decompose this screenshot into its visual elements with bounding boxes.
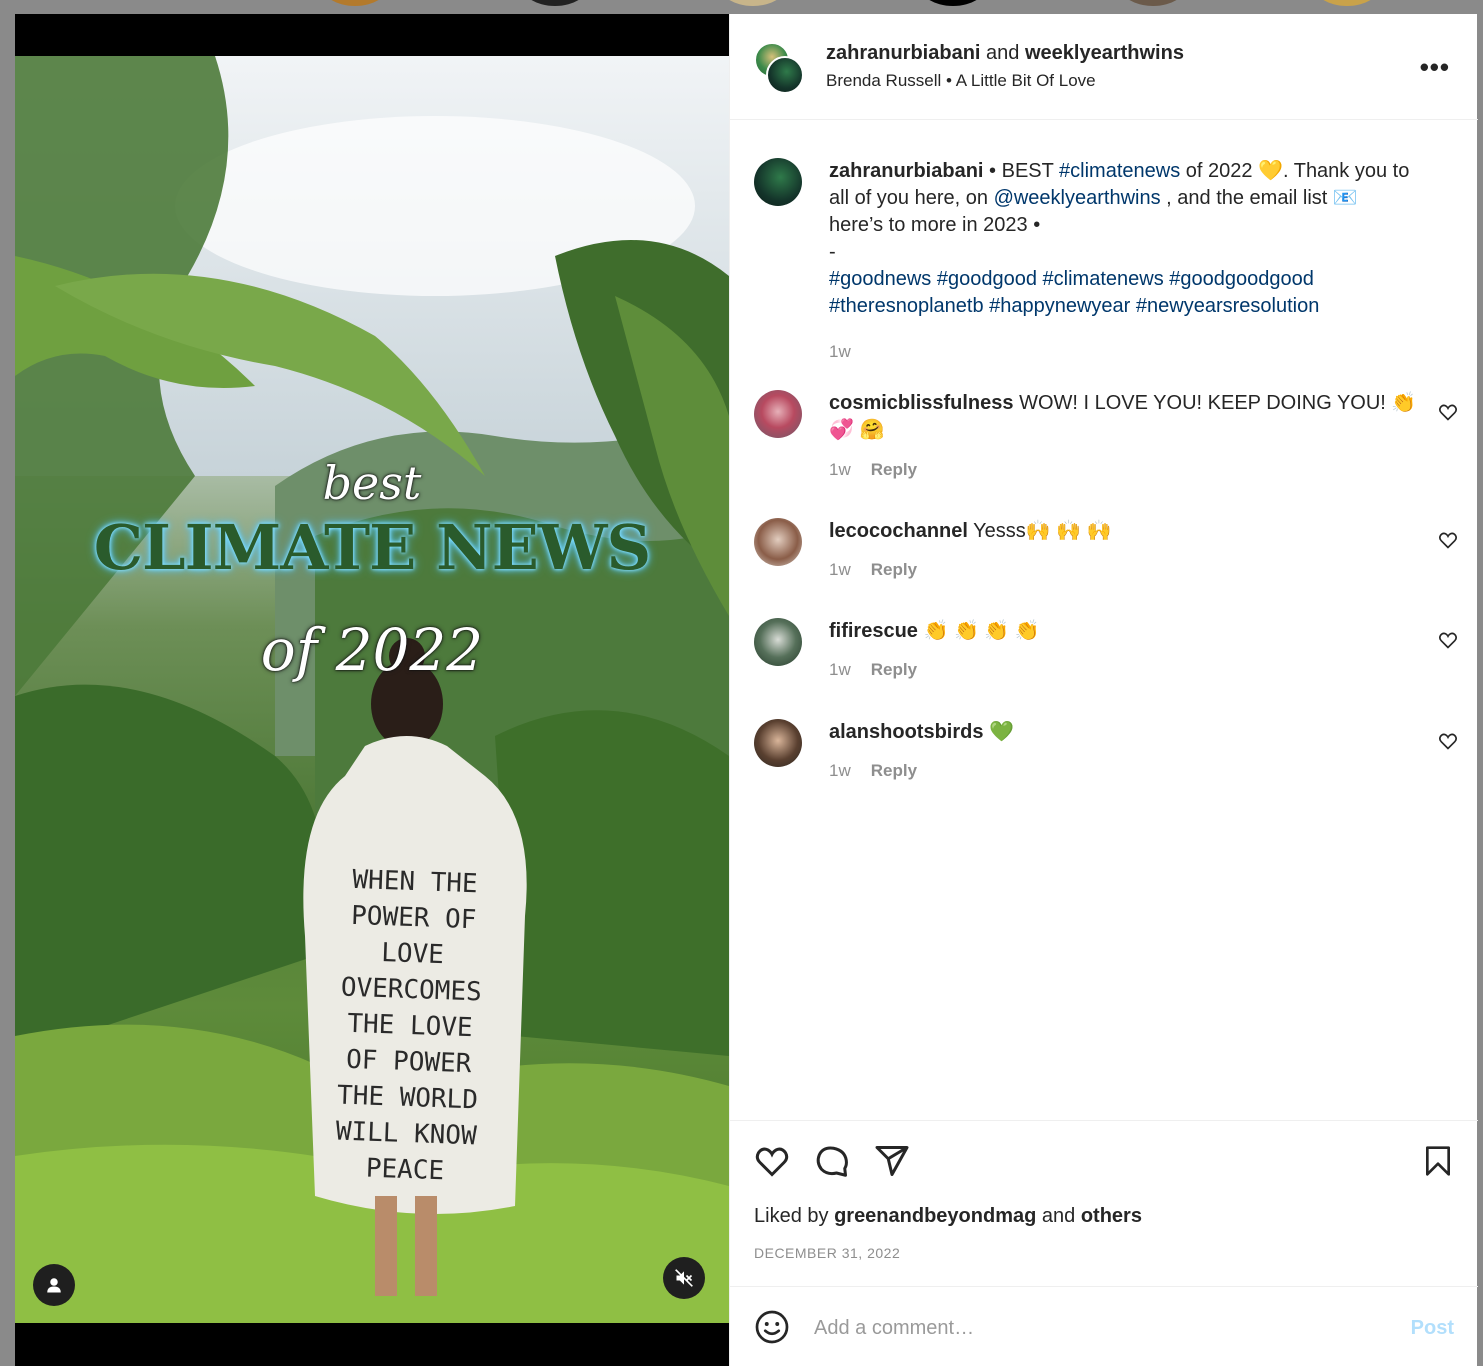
comment-text: cosmicblissfulness WOW! I LOVE YOU! KEEP…: [829, 390, 1426, 444]
audio-artist[interactable]: Brenda Russell: [826, 71, 941, 90]
post-media[interactable]: best CLIMATE NEWS of 2022 WHEN THE POWER…: [15, 14, 729, 1366]
author-username-link[interactable]: zahranurbiabani: [826, 42, 980, 64]
post-comment-button[interactable]: Post: [1411, 1317, 1454, 1340]
audio-attribution[interactable]: Brenda Russell • A Little Bit Of Love: [826, 71, 1096, 91]
caption-fragment: -: [829, 241, 836, 263]
hashtag-link[interactable]: #climatenews: [1059, 160, 1180, 182]
collaborator-username-link[interactable]: weeklyearthwins: [1025, 42, 1184, 64]
comment-time[interactable]: 1w: [829, 460, 851, 479]
liked-and: and: [1036, 1205, 1081, 1227]
liked-user-link[interactable]: greenandbeyondmag: [834, 1205, 1036, 1227]
overlay-text-best: best: [322, 456, 422, 510]
comment-time[interactable]: 1w: [829, 761, 851, 780]
story-avatar[interactable]: [1312, 0, 1382, 6]
shirt-print-text: WHEN THE POWER OF LOVE OVERCOMES THE LOV…: [335, 864, 483, 1187]
comment-username[interactable]: lecocochannel: [829, 520, 968, 542]
comment-meta: 1w Reply: [829, 460, 917, 480]
caption-username[interactable]: zahranurbiabani: [829, 160, 983, 182]
caption-fragment: of 2022: [1180, 160, 1259, 182]
avatar[interactable]: [754, 518, 802, 566]
separator: •: [983, 160, 1002, 182]
overlay-text-year: of 2022: [260, 616, 484, 684]
story-avatar[interactable]: [520, 0, 590, 6]
caption-fragment: BEST: [1001, 160, 1060, 182]
post-header: zahranurbiabani and weeklyearthwins Bren…: [730, 14, 1478, 120]
reply-button[interactable]: Reply: [871, 460, 917, 479]
more-options-button[interactable]: •••: [1420, 52, 1450, 83]
caption-text: zahranurbiabani • BEST #climatenews of 2…: [829, 158, 1426, 320]
audio-track[interactable]: A Little Bit Of Love: [956, 71, 1096, 90]
overlay-text-title: CLIMATE NEWS: [93, 511, 652, 584]
collab-avatars[interactable]: [754, 42, 806, 94]
smiley-icon[interactable]: [754, 1309, 790, 1345]
comment-content: 💚: [989, 721, 1014, 743]
comment-text: alanshootsbirds 💚: [829, 719, 1426, 746]
hashtags-line[interactable]: #goodnews #goodgood #climatenews #goodgo…: [829, 268, 1314, 290]
comment-text: fifirescue 👏 👏 👏 👏: [829, 618, 1426, 645]
tagged-users-button[interactable]: [33, 1264, 75, 1306]
post-authors: zahranurbiabani and weeklyearthwins: [826, 42, 1184, 65]
likes-summary: Liked by greenandbeyondmag and others: [754, 1205, 1142, 1228]
comment-meta: 1w Reply: [829, 560, 917, 580]
reply-button[interactable]: Reply: [871, 560, 917, 579]
caption-fragment: here’s to more in 2023 •: [829, 214, 1041, 236]
comment-input[interactable]: [814, 1311, 1374, 1345]
comment-username[interactable]: alanshootsbirds: [829, 721, 983, 743]
comment-text: lecocochannel Yesss🙌 🙌 🙌: [829, 518, 1426, 545]
liked-others-link[interactable]: others: [1081, 1205, 1142, 1227]
background-strip: [0, 0, 1483, 14]
comment-meta: 1w Reply: [829, 660, 917, 680]
comment-content: 👏 👏 👏 👏: [923, 620, 1040, 642]
story-avatar[interactable]: [1118, 0, 1188, 6]
post-modal: best CLIMATE NEWS of 2022 WHEN THE POWER…: [15, 14, 1478, 1366]
caption-time[interactable]: 1w: [829, 342, 851, 362]
yellow-heart-emoji: 💛: [1258, 160, 1283, 182]
avatar[interactable]: [754, 719, 802, 767]
comment-bubble-icon[interactable]: [814, 1143, 850, 1179]
story-avatar[interactable]: [918, 0, 988, 6]
reply-button[interactable]: Reply: [871, 660, 917, 679]
comment-username[interactable]: fifirescue: [829, 620, 918, 642]
caption-fragment: , and the email list: [1160, 187, 1333, 209]
comment-content: 💞 🤗: [829, 419, 885, 441]
story-avatar[interactable]: [718, 0, 788, 6]
speaker-muted-icon: [675, 1269, 693, 1287]
avatar[interactable]: [754, 390, 802, 438]
audio-separator: •: [946, 71, 952, 90]
hashtags-line[interactable]: #theresnoplanetb #happynewyear #newyears…: [829, 295, 1319, 317]
post-date[interactable]: DECEMBER 31, 2022: [754, 1245, 900, 1261]
email-emoji: 📧: [1332, 187, 1358, 209]
post-side-panel: zahranurbiabani and weeklyearthwins Bren…: [729, 14, 1478, 1366]
bookmark-icon[interactable]: [1422, 1143, 1454, 1179]
liked-prefix: Liked by: [754, 1205, 835, 1227]
story-avatar[interactable]: [320, 0, 390, 6]
avatar: [766, 56, 804, 94]
avatar[interactable]: [754, 158, 802, 206]
person-icon: [47, 1278, 61, 1293]
paper-plane-icon[interactable]: [874, 1143, 910, 1179]
comment-time[interactable]: 1w: [829, 660, 851, 679]
and-text: and: [986, 42, 1020, 64]
heart-icon[interactable]: [754, 1143, 790, 1179]
video-frame[interactable]: best CLIMATE NEWS of 2022 WHEN THE POWER…: [15, 56, 729, 1323]
heart-icon[interactable]: [1438, 731, 1458, 751]
comment-meta: 1w Reply: [829, 761, 917, 781]
avatar[interactable]: [754, 618, 802, 666]
mute-toggle-button[interactable]: [663, 1257, 705, 1299]
comment-content: WOW! I LOVE YOU! KEEP DOING YOU! 👏: [1019, 392, 1417, 414]
comments-list: zahranurbiabani • BEST #climatenews of 2…: [730, 120, 1478, 1120]
post-actions: Liked by greenandbeyondmag and others DE…: [730, 1120, 1478, 1286]
heart-icon[interactable]: [1438, 630, 1458, 650]
add-comment-bar: Post: [730, 1286, 1478, 1366]
mention-link[interactable]: @weeklyearthwins: [994, 187, 1161, 209]
reply-button[interactable]: Reply: [871, 761, 917, 780]
comment-content: Yesss🙌 🙌 🙌: [973, 520, 1112, 542]
heart-icon[interactable]: [1438, 530, 1458, 550]
heart-icon[interactable]: [1438, 402, 1458, 422]
comment-username[interactable]: cosmicblissfulness: [829, 392, 1014, 414]
comment-time[interactable]: 1w: [829, 560, 851, 579]
